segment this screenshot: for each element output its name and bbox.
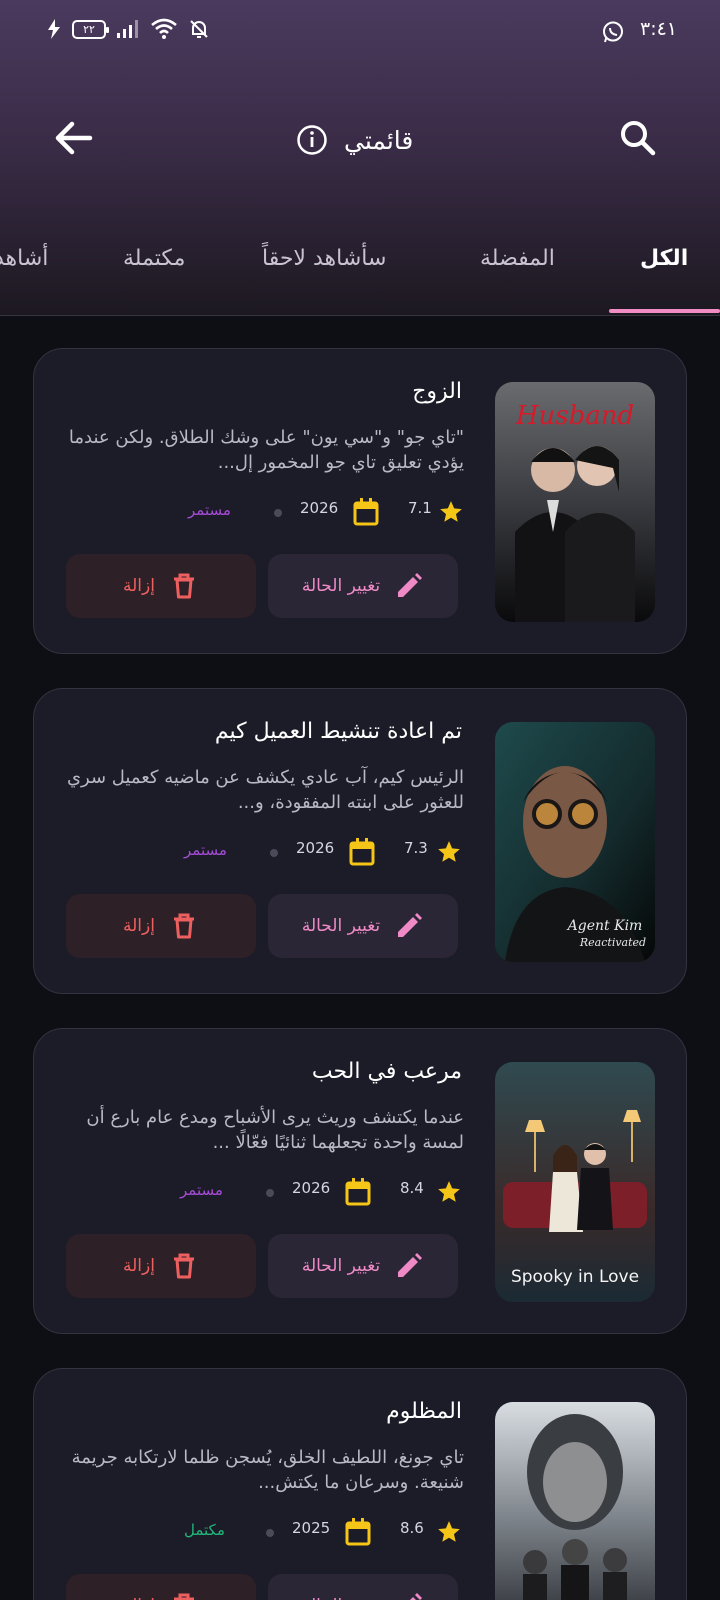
change-status-label: تغيير الحالة (301, 1256, 381, 1276)
poster-image: Spooky in Love (495, 1062, 655, 1302)
separator-dot (266, 1189, 274, 1197)
tab-all[interactable]: الكل (640, 246, 688, 271)
battery-level: ٢٢ (83, 22, 95, 36)
wifi-icon (151, 18, 177, 39)
item-description: الرئيس كيم، آب عادي يكشف عن ماضيه كعميل … (66, 767, 464, 813)
item-meta: مستمر 2026 8.4 (174, 1177, 470, 1207)
title-group: قائمتي (296, 118, 413, 162)
item-rating: 8.4 (400, 1179, 424, 1197)
pencil-icon (398, 913, 423, 937)
remove-button-label: إزالة (123, 576, 155, 596)
remove-button-label: إزالة (123, 916, 155, 936)
change-status-button[interactable]: تغيير الحالة (268, 894, 458, 958)
back-arrow-icon[interactable] (50, 114, 98, 162)
item-description: تاي جونغ، اللطيف الخلق، يُسجن ظلما لارتك… (71, 1447, 464, 1493)
item-year: 2026 (292, 1179, 331, 1197)
remove-button[interactable]: إزالة (66, 554, 256, 618)
change-status-button[interactable]: تغيير الحالة (268, 554, 458, 618)
charging-icon (48, 19, 60, 39)
change-status-label: تغيير الحالة (301, 576, 381, 596)
signal-icon (117, 20, 138, 38)
poster-image: Husband (495, 382, 655, 622)
remove-button-label: إزالة (123, 1596, 155, 1600)
calendar-icon (345, 1178, 371, 1206)
pencil-icon (398, 573, 423, 597)
status-badge: مستمر (180, 1181, 223, 1199)
change-status-button[interactable]: تغيير الحالة (268, 1574, 458, 1600)
item-rating: 8.6 (400, 1519, 424, 1537)
calendar-icon (349, 838, 375, 866)
pencil-icon (410, 1593, 423, 1600)
tab-indicator (609, 309, 720, 313)
status-badge: مستمر (188, 501, 231, 519)
top-app-bar: قائمتي (0, 100, 720, 180)
svg-text:Reactivated: Reactivated (579, 936, 646, 949)
tab-watching[interactable]: أشاهد (0, 246, 48, 271)
star-icon (438, 1181, 460, 1202)
item-year: 2026 (296, 839, 335, 857)
list-item[interactable]: Spooky in Love مرعب في الحب عندما يكتشف … (33, 1028, 687, 1334)
status-badge: مكتمل (184, 1521, 225, 1539)
list-item[interactable]: Husband الزوج "تاي جو" و"سي يون" على وشك… (33, 348, 687, 654)
item-description: عندما يكتشف وريث يرى الأشباح ومدع عام با… (86, 1107, 464, 1153)
pencil-icon (398, 1253, 423, 1277)
remove-button[interactable]: إزالة (66, 1234, 256, 1298)
svg-text:Agent Kim: Agent Kim (566, 918, 643, 934)
tab-completed[interactable]: مكتملة (123, 246, 185, 271)
change-status-label: تغيير الحالة (302, 1596, 380, 1600)
filter-tabs: الكل المفضلة سأشاهد لاحقاً مكتملة أشاهد (0, 236, 720, 316)
item-year: 2025 (292, 1519, 331, 1537)
change-status-label: تغيير الحالة (301, 916, 381, 936)
whatsapp-icon (603, 21, 623, 43)
poster-image: Agent Kim Reactivated (495, 722, 655, 962)
separator-dot (266, 1529, 274, 1537)
tab-watch-later[interactable]: سأشاهد لاحقاً (262, 246, 386, 271)
list-item[interactable]: Agent Kim Reactivated تم اعادة تنشيط الع… (33, 688, 687, 994)
remove-button[interactable]: إزالة (66, 894, 256, 958)
status-badge: مستمر (184, 841, 227, 859)
info-icon[interactable] (296, 124, 328, 156)
star-icon (438, 841, 460, 862)
separator-dot (270, 849, 278, 857)
search-icon[interactable] (614, 114, 662, 162)
tab-favorites[interactable]: المفضلة (480, 246, 555, 271)
trash-icon (173, 1253, 194, 1279)
list-item[interactable]: MANIPULATED المظلوم تاي جونغ، اللطيف الخ… (33, 1368, 687, 1600)
item-meta: مستمر 2026 7.3 (174, 837, 470, 867)
item-title: تم اعادة تنشيط العميل كيم (214, 719, 462, 744)
item-title: مرعب في الحب (311, 1059, 462, 1084)
status-bar: ٢٢ ٣:٤١ (0, 0, 720, 64)
item-meta: مستمر 2026 7.1 (174, 497, 470, 527)
bell-off-icon (190, 20, 208, 38)
poster-title-text: Husband (515, 401, 634, 431)
item-description: "تاي جو" و"سي يون" على وشك الطلاق. ولكن … (68, 427, 464, 473)
clock: ٣:٤١ (640, 18, 678, 40)
item-meta: مكتمل 2025 8.6 (174, 1517, 470, 1547)
item-year: 2026 (300, 499, 339, 517)
poster-image: MANIPULATED (495, 1402, 655, 1600)
star-icon (440, 501, 462, 522)
calendar-icon (345, 1518, 371, 1546)
star-icon (438, 1521, 460, 1542)
item-title: الزوج (412, 379, 462, 404)
trash-icon (173, 1593, 194, 1600)
item-rating: 7.1 (408, 499, 432, 517)
poster-title-text: Spooky in Love (511, 1267, 639, 1287)
separator-dot (274, 509, 282, 517)
change-status-button[interactable]: تغيير الحالة (268, 1234, 458, 1298)
remove-button[interactable]: إزالة (66, 1574, 256, 1600)
page-title: قائمتي (344, 125, 414, 155)
trash-icon (173, 913, 194, 939)
tabs-divider (0, 315, 720, 316)
trash-icon (173, 573, 194, 599)
item-title: المظلوم (386, 1399, 462, 1424)
item-rating: 7.3 (404, 839, 428, 857)
calendar-icon (353, 498, 379, 526)
battery-icon: ٢٢ (72, 19, 109, 39)
remove-button-label: إزالة (123, 1256, 155, 1276)
status-icons: ٢٢ (46, 18, 210, 40)
